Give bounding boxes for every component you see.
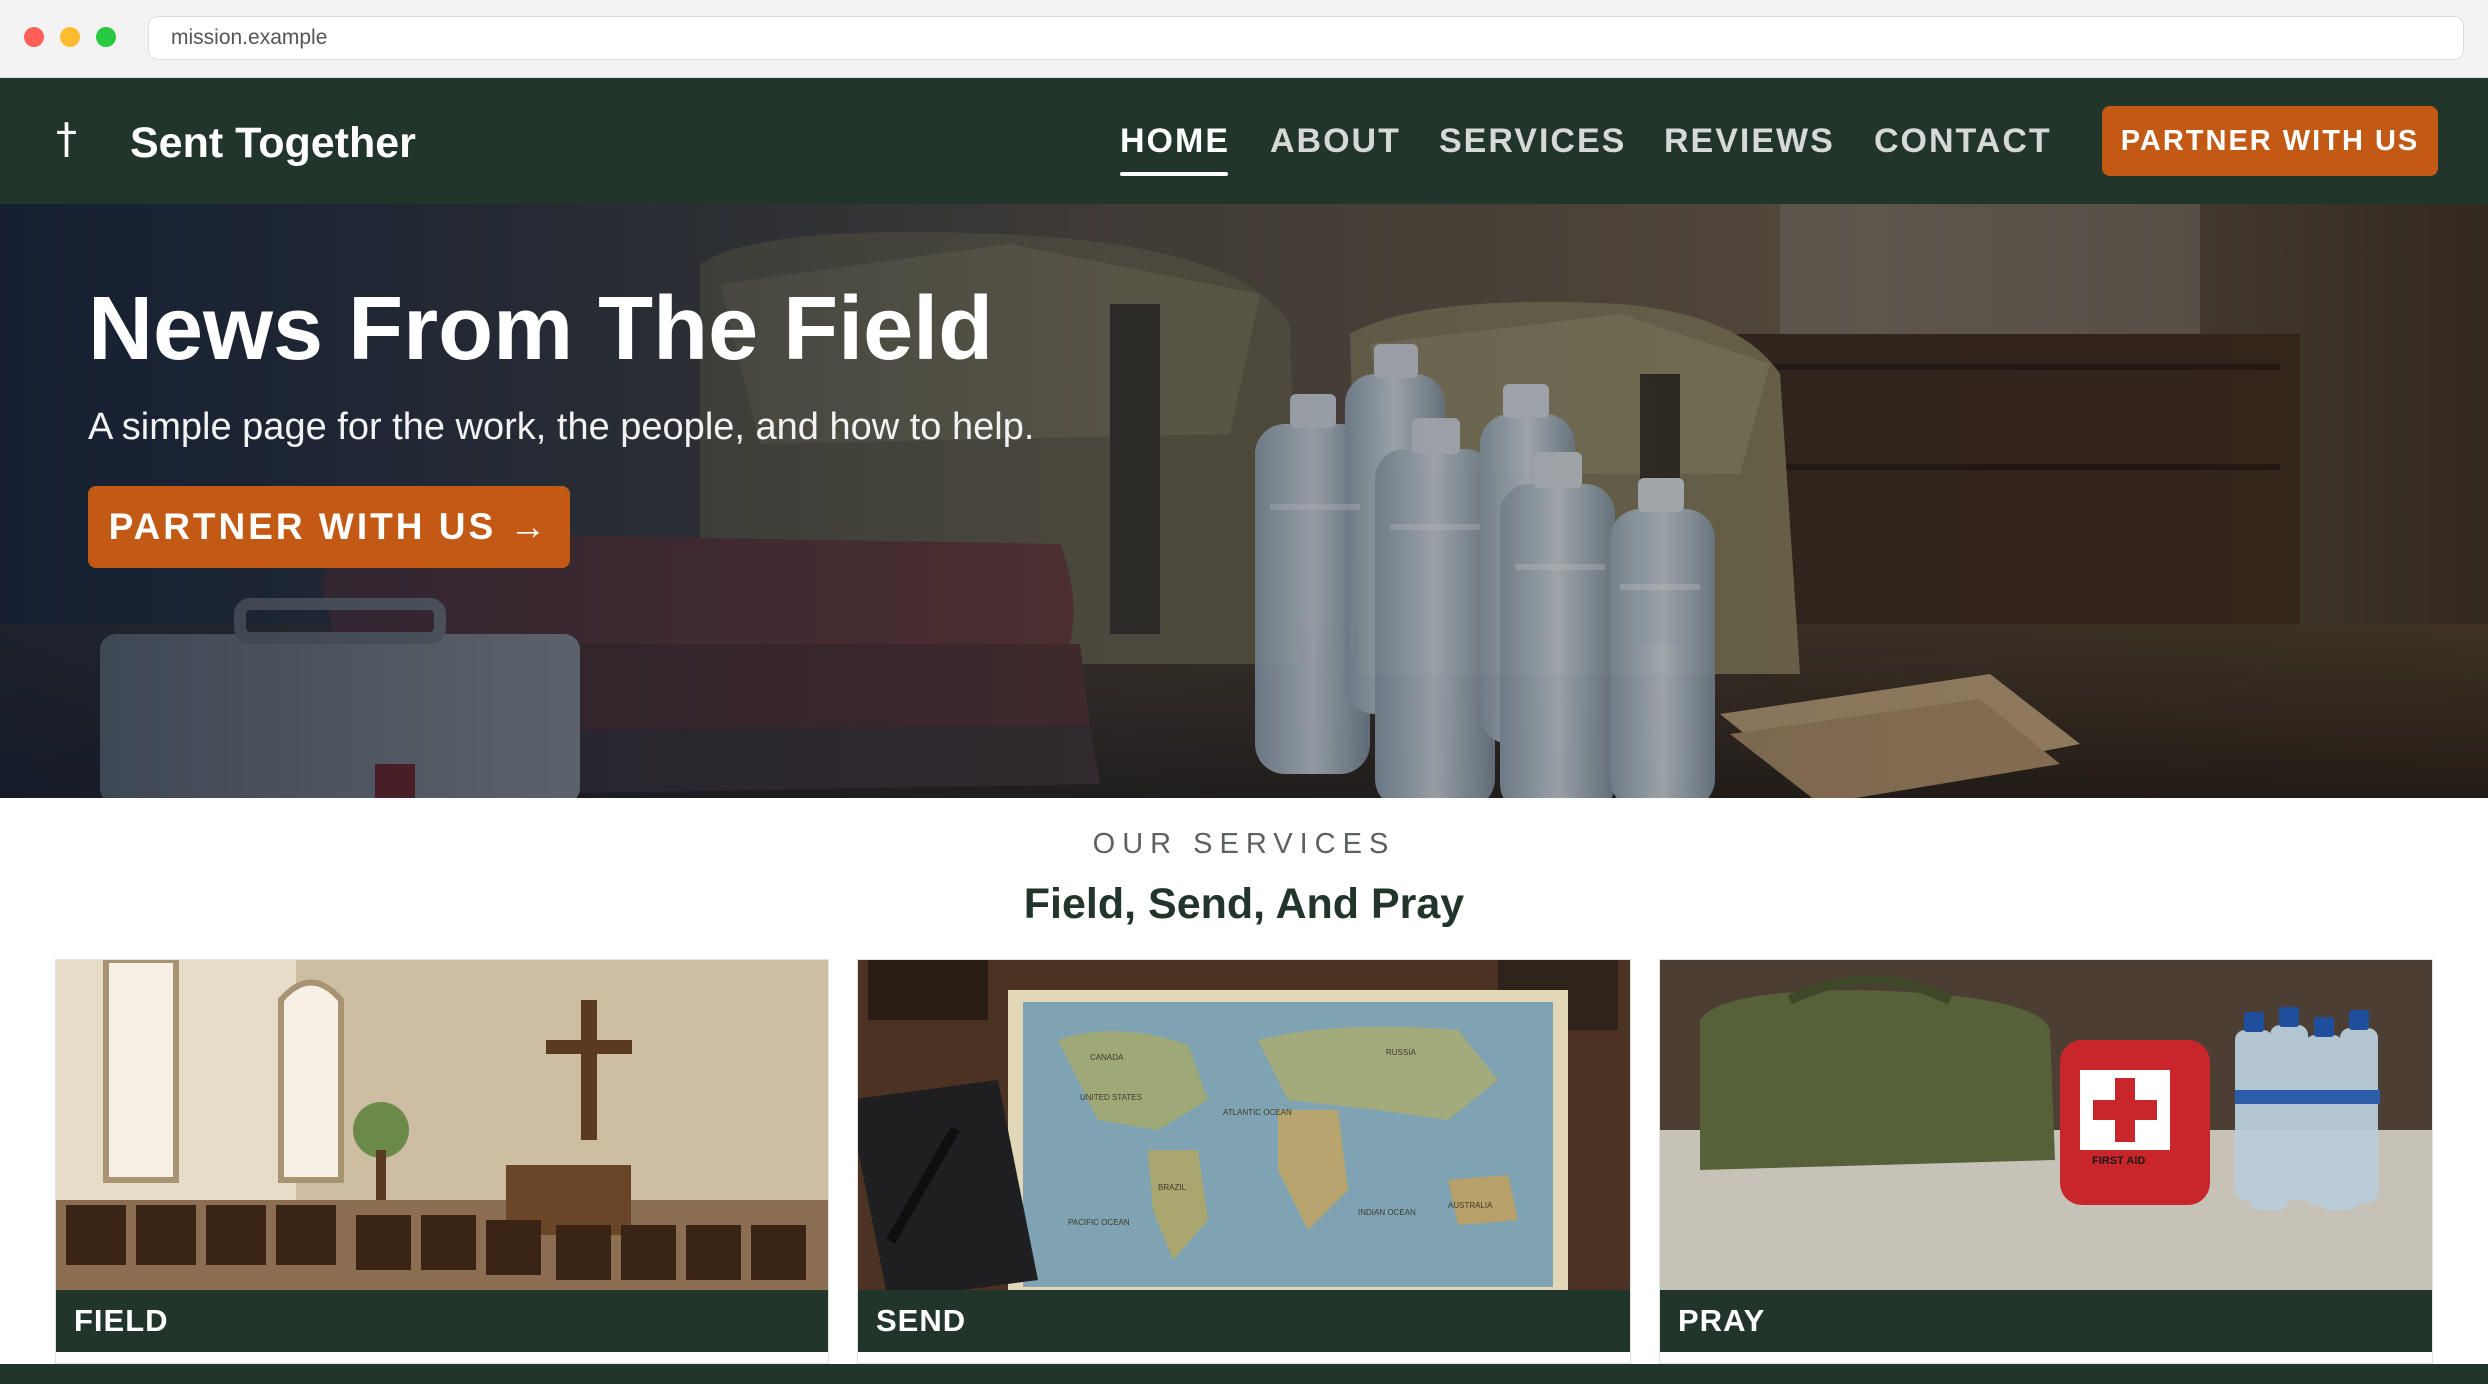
service-card-label: FIELD (56, 1290, 828, 1352)
world-map-image: CANADA RUSSIA UNITED STATES ATLANTIC OCE… (858, 960, 1630, 1290)
nav-services[interactable]: SERVICES (1439, 116, 1626, 166)
brand-name[interactable]: Sent Together (130, 116, 416, 170)
map-label-russia: RUSSIA (1386, 1048, 1416, 1057)
footer-strip (0, 1364, 2488, 1384)
service-card-label: PRAY (1660, 1290, 2432, 1352)
first-aid-text: FIRST AID (2092, 1155, 2145, 1167)
site-header: † Sent Together HOME ABOUT SERVICES REVI… (0, 78, 2488, 204)
hero-title: News From The Field (88, 279, 994, 379)
hero-subtitle: A simple page for the work, the people, … (88, 406, 1035, 448)
partner-with-us-button[interactable]: PARTNER WITH US (2102, 106, 2438, 176)
map-label-brazil: BRAZIL (1158, 1183, 1187, 1192)
nav-contact[interactable]: CONTACT (1874, 116, 2052, 166)
services-eyebrow: OUR SERVICES (1092, 828, 1396, 860)
map-label-indian-ocean: INDIAN OCEAN (1358, 1208, 1416, 1217)
map-label-canada: CANADA (1090, 1053, 1124, 1062)
browser-chrome: mission.example (0, 0, 2488, 78)
minimize-window-icon[interactable] (60, 27, 80, 47)
services-title: Field, Send, And Pray (1023, 880, 1465, 928)
map-label-pacific-ocean: PACIFIC OCEAN (1068, 1218, 1130, 1227)
maximize-window-icon[interactable] (96, 27, 116, 47)
map-label-australia: AUSTRALIA (1448, 1201, 1493, 1210)
address-bar[interactable]: mission.example (148, 16, 2464, 60)
service-card-field[interactable]: FIELD (55, 959, 829, 1364)
map-label-atlantic-ocean: ATLANTIC OCEAN (1223, 1108, 1292, 1117)
service-card-label: SEND (858, 1290, 1630, 1352)
services-section: OUR SERVICES Field, Send, And Pray FIELD (0, 798, 2488, 1364)
cross-icon: † (56, 114, 77, 163)
nav-reviews[interactable]: REVIEWS (1664, 116, 1835, 166)
service-card-pray[interactable]: FIRST AID PRAY (1659, 959, 2433, 1364)
map-label-united-states: UNITED STATES (1080, 1093, 1142, 1102)
supplies-image: FIRST AID (1660, 960, 2432, 1290)
hero-partner-button[interactable]: PARTNER WITH US → (88, 486, 570, 568)
service-card-send[interactable]: CANADA RUSSIA UNITED STATES ATLANTIC OCE… (857, 959, 1631, 1364)
nav-home[interactable]: HOME (1120, 116, 1230, 176)
close-window-icon[interactable] (24, 27, 44, 47)
nav-about[interactable]: ABOUT (1270, 116, 1401, 166)
hero-section: News From The Field A simple page for th… (0, 204, 2488, 798)
chapel-image (56, 960, 828, 1290)
